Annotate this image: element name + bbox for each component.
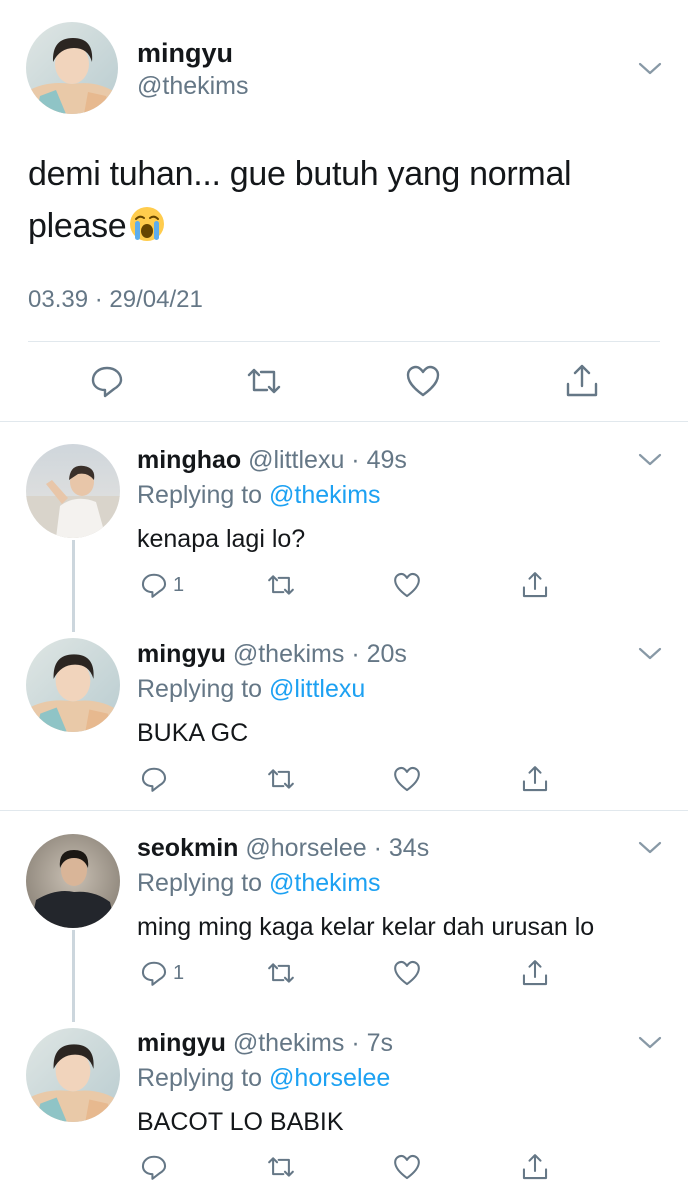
replying-to-label: Replying to	[137, 1064, 263, 1092]
reply-icon[interactable]	[139, 1152, 169, 1182]
reply-action[interactable]	[139, 764, 173, 794]
replying-to: Replying to @thekims	[137, 869, 381, 898]
reply-handle-time[interactable]: @horselee · 34s	[245, 834, 429, 862]
reply-header: mingyu @thekims · 7s	[137, 1029, 393, 1058]
replying-to: Replying to @littlexu	[137, 675, 365, 704]
reply-action[interactable]: 1	[139, 570, 184, 600]
avatar-mingyu[interactable]	[26, 638, 120, 732]
reply-count: 1	[173, 961, 185, 984]
main-tweet: mingyu @thekims demi tuhan... gue butuh …	[0, 0, 688, 422]
reply-handle-time[interactable]: @thekims · 7s	[233, 1029, 393, 1057]
reply-icon[interactable]	[139, 570, 169, 600]
heart-icon[interactable]	[392, 1152, 422, 1182]
reply-text: BACOT LO BABIK	[137, 1108, 344, 1136]
share-icon[interactable]	[520, 958, 550, 988]
reply-author-name[interactable]: minghao	[137, 446, 241, 474]
reply-icon[interactable]	[139, 958, 169, 988]
reply-handle-time[interactable]: @thekims · 20s	[233, 640, 407, 668]
tweet-text-content: demi tuhan... gue butuh yang normal plea…	[28, 155, 572, 245]
tweet-timestamp: 03.39 · 29/04/21	[28, 286, 203, 313]
heart-icon[interactable]	[392, 570, 422, 600]
reply-icon[interactable]	[139, 764, 169, 794]
chevron-down-icon[interactable]	[637, 839, 663, 857]
replying-to: Replying to @thekims	[137, 481, 381, 510]
replying-to-mention[interactable]: @horselee	[269, 1064, 390, 1092]
reply-text: kenapa lagi lo?	[137, 525, 306, 553]
reply-author-name[interactable]: mingyu	[137, 1029, 226, 1057]
retweet-icon[interactable]	[245, 362, 283, 400]
chevron-down-icon[interactable]	[637, 645, 663, 663]
replying-to-mention[interactable]: @thekims	[269, 481, 381, 509]
reply-action[interactable]: 1	[139, 958, 184, 988]
share-icon[interactable]	[520, 570, 550, 600]
retweet-icon[interactable]	[266, 1152, 296, 1182]
thread-line	[72, 540, 75, 632]
avatar-minghao[interactable]	[26, 444, 120, 538]
reply-count: 1	[173, 573, 185, 596]
thread-line	[72, 930, 75, 1022]
avatar-mingyu[interactable]	[26, 1028, 120, 1122]
retweet-icon[interactable]	[266, 570, 296, 600]
retweet-icon[interactable]	[266, 764, 296, 794]
chevron-down-icon[interactable]	[637, 60, 663, 78]
reply-text: ming ming kaga kelar kelar dah urusan lo	[137, 913, 595, 941]
reply-text: BUKA GC	[137, 719, 249, 747]
reply-author-name[interactable]: seokmin	[137, 834, 238, 862]
heart-icon[interactable]	[392, 764, 422, 794]
thread-divider	[0, 810, 688, 811]
reply-author-name[interactable]: mingyu	[137, 640, 226, 668]
avatar-seokmin[interactable]	[26, 834, 120, 928]
reply-handle-time[interactable]: @littlexu · 49s	[248, 446, 407, 474]
replying-to: Replying to @horselee	[137, 1064, 390, 1093]
tweet-text: demi tuhan... gue butuh yang normal plea…	[28, 148, 668, 252]
share-icon[interactable]	[563, 362, 601, 400]
share-icon[interactable]	[520, 1152, 550, 1182]
replying-to-mention[interactable]: @littlexu	[269, 675, 365, 703]
reply-icon[interactable]	[88, 362, 126, 400]
replying-to-mention[interactable]: @thekims	[269, 869, 381, 897]
reply-action[interactable]	[139, 1152, 173, 1182]
replying-to-label: Replying to	[137, 675, 263, 703]
replying-to-label: Replying to	[137, 481, 263, 509]
chevron-down-icon[interactable]	[637, 451, 663, 469]
heart-icon[interactable]	[392, 958, 422, 988]
share-icon[interactable]	[520, 764, 550, 794]
reply-header: seokmin @horselee · 34s	[137, 834, 429, 863]
chevron-down-icon[interactable]	[637, 1034, 663, 1052]
author-name[interactable]: mingyu	[137, 38, 233, 69]
reply-header: minghao @littlexu · 49s	[137, 446, 407, 475]
avatar-mingyu[interactable]	[26, 22, 118, 114]
loudly-crying-face-emoji-icon	[128, 205, 166, 243]
heart-icon[interactable]	[404, 362, 442, 400]
retweet-icon[interactable]	[266, 958, 296, 988]
author-handle[interactable]: @thekims	[137, 72, 249, 101]
replying-to-label: Replying to	[137, 869, 263, 897]
divider	[28, 341, 660, 342]
reply-header: mingyu @thekims · 20s	[137, 640, 407, 669]
